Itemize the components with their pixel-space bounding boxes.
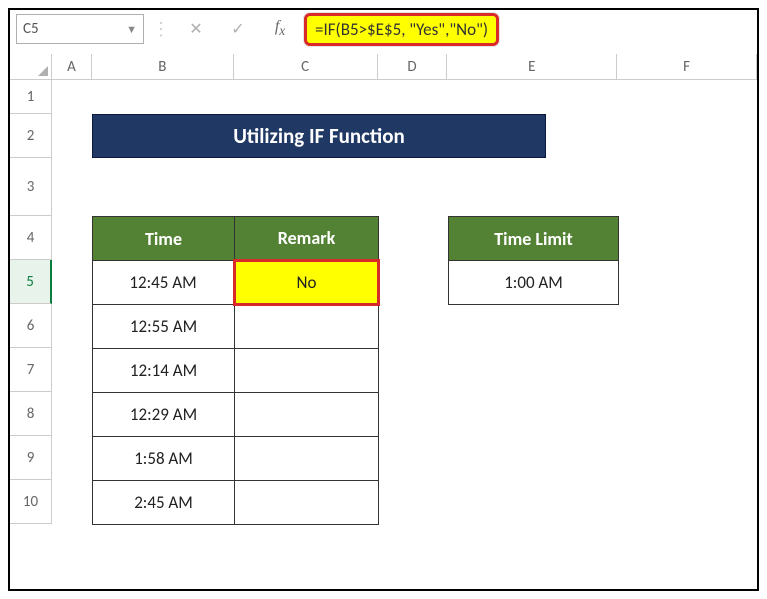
check-icon: ✓ xyxy=(231,19,244,39)
cells-area[interactable]: Utilizing IF Function Time Remark 12:45 … xyxy=(52,80,757,524)
cell-b9[interactable]: 1:58 AM xyxy=(93,437,235,481)
table-header-row: Time Limit xyxy=(449,217,619,261)
table-row: 1:58 AM xyxy=(93,437,379,481)
separator-icon: ⋮ xyxy=(152,18,170,40)
col-header-e[interactable]: E xyxy=(447,54,617,79)
fx-button[interactable]: fx xyxy=(262,14,298,44)
cell-c5-selected[interactable]: No xyxy=(235,261,379,305)
select-all-button[interactable] xyxy=(10,54,52,79)
cell-c7[interactable] xyxy=(235,349,379,393)
row-header-3[interactable]: 3 xyxy=(10,158,52,216)
dropdown-icon: ▼ xyxy=(126,23,137,36)
cell-c6[interactable] xyxy=(235,305,379,349)
confirm-button[interactable]: ✓ xyxy=(220,14,256,44)
col-header-d[interactable]: D xyxy=(378,54,448,79)
rows-container: 1 2 3 4 5 6 7 8 9 10 Utilizing IF Functi… xyxy=(10,80,757,524)
row-header-6[interactable]: 6 xyxy=(10,304,52,348)
cell-b7[interactable]: 12:14 AM xyxy=(93,349,235,393)
cell-b8[interactable]: 12:29 AM xyxy=(93,393,235,437)
main-table: Time Remark 12:45 AM No 12:55 AM 12:14 A… xyxy=(92,216,380,525)
table-row: 2:45 AM xyxy=(93,481,379,525)
row-header-7[interactable]: 7 xyxy=(10,348,52,392)
cancel-button[interactable]: ✕ xyxy=(178,14,214,44)
cell-b10[interactable]: 2:45 AM xyxy=(93,481,235,525)
cell-e5[interactable]: 1:00 AM xyxy=(449,261,619,305)
row-headers: 1 2 3 4 5 6 7 8 9 10 xyxy=(10,80,52,524)
header-time: Time xyxy=(93,217,235,261)
header-time-limit: Time Limit xyxy=(449,217,619,261)
header-remark: Remark xyxy=(235,217,379,261)
row-header-1[interactable]: 1 xyxy=(10,80,52,114)
formula-bar: C5 ▼ ⋮ ✕ ✓ fx =IF(B5>$E$5, "Yes","No") xyxy=(10,10,757,48)
column-headers: A B C D E F xyxy=(10,54,757,80)
row-header-5[interactable]: 5 xyxy=(10,260,52,304)
row-header-2[interactable]: 2 xyxy=(10,114,52,158)
row-header-8[interactable]: 8 xyxy=(10,392,52,436)
row-header-4[interactable]: 4 xyxy=(10,216,52,260)
table-row: 12:14 AM xyxy=(93,349,379,393)
x-icon: ✕ xyxy=(189,19,202,39)
row-header-9[interactable]: 9 xyxy=(10,436,52,480)
col-header-c[interactable]: C xyxy=(234,54,378,79)
table-header-row: Time Remark xyxy=(93,217,379,261)
col-header-b[interactable]: B xyxy=(92,54,234,79)
fx-icon: fx xyxy=(275,18,285,39)
app-frame: C5 ▼ ⋮ ✕ ✓ fx =IF(B5>$E$5, "Yes","No") A… xyxy=(8,8,759,591)
col-header-a[interactable]: A xyxy=(52,54,92,79)
table-row: 12:29 AM xyxy=(93,393,379,437)
row-header-10[interactable]: 10 xyxy=(10,480,52,524)
cell-c8[interactable] xyxy=(235,393,379,437)
cell-c10[interactable] xyxy=(235,481,379,525)
merged-title-cell: Utilizing IF Function xyxy=(92,114,546,158)
cell-b5[interactable]: 12:45 AM xyxy=(93,261,235,305)
cell-c9[interactable] xyxy=(235,437,379,481)
table-row: 12:55 AM xyxy=(93,305,379,349)
col-header-f[interactable]: F xyxy=(617,54,757,79)
spreadsheet-grid: A B C D E F 1 2 3 4 5 6 7 8 9 10 Utilizi… xyxy=(10,54,757,524)
name-box[interactable]: C5 ▼ xyxy=(16,14,144,44)
table-row: 1:00 AM xyxy=(449,261,619,305)
time-limit-table: Time Limit 1:00 AM xyxy=(448,216,619,305)
cell-b6[interactable]: 12:55 AM xyxy=(93,305,235,349)
formula-input[interactable]: =IF(B5>$E$5, "Yes","No") xyxy=(304,13,499,46)
name-box-value: C5 xyxy=(23,20,39,38)
table-row: 12:45 AM No xyxy=(93,261,379,305)
